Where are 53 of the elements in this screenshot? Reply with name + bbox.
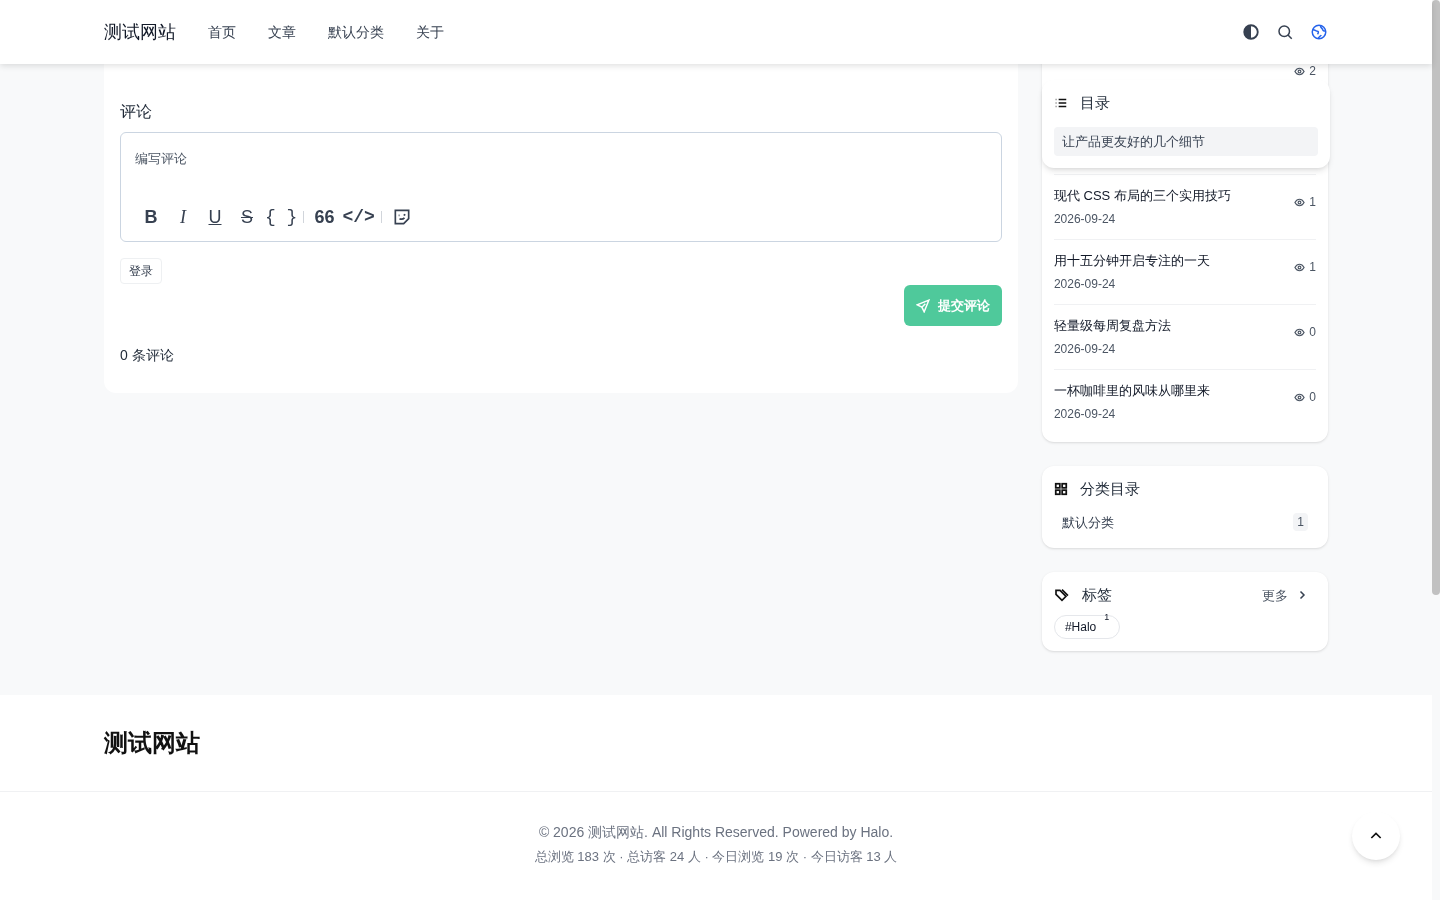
eye-icon [1294, 65, 1306, 77]
view-count: 1 [1309, 259, 1316, 276]
send-icon [915, 298, 930, 313]
post-title[interactable]: 轻量级每周复盘方法 [1053, 316, 1295, 336]
post-date: 2026-09-24 [1053, 275, 1117, 293]
tag-icon [1053, 587, 1070, 604]
toolbar-divider [303, 211, 305, 223]
underline-button[interactable]: U [199, 201, 231, 233]
comment-count: 0 条评论 [120, 346, 175, 365]
nav-link[interactable]: 默认分类 [328, 21, 384, 43]
eye-icon [1294, 391, 1306, 403]
copyright-text: © 2026 测试网站. All Rights Reserved. Powered by Halo. [538, 823, 894, 842]
toc-item[interactable]: 让产品更友好的几个细节 [1053, 126, 1318, 156]
grid-icon [1053, 482, 1068, 497]
bold-button[interactable]: B [135, 201, 167, 233]
view-count: 2 [1309, 63, 1316, 80]
post-date: 2026-09-24 [1053, 405, 1117, 423]
toolbar-divider [380, 211, 382, 223]
eye-icon [1294, 261, 1306, 273]
comment-input[interactable]: 编写评论 [135, 149, 987, 169]
eye-icon [1294, 196, 1306, 208]
code-button[interactable]: </> [340, 201, 377, 233]
post-date: 2026-09-24 [1053, 210, 1117, 228]
contrast-icon[interactable] [1242, 23, 1260, 41]
more-link[interactable]: 更多 [1262, 585, 1308, 605]
footer-site-title: 测试网站 [104, 728, 200, 758]
post-title[interactable]: 现代 CSS 布局的三个实用技巧 [1053, 186, 1295, 206]
globe-icon[interactable] [1310, 23, 1328, 41]
categories-heading: 分类目录 [1079, 479, 1140, 499]
post-title[interactable]: 一杯咖啡里的风味从哪里来 [1053, 381, 1295, 401]
eye-icon [1294, 326, 1306, 338]
nav-link[interactable]: 文章 [268, 21, 296, 43]
strike-button[interactable]: S [231, 201, 263, 233]
quote-button[interactable]: 66 [308, 201, 341, 233]
view-count: 0 [1309, 389, 1316, 406]
category-count: 1 [1293, 513, 1308, 532]
login-button[interactable]: 登录 [120, 258, 162, 284]
view-count: 0 [1309, 324, 1316, 341]
view-count: 1 [1309, 194, 1316, 211]
category-link[interactable]: 默认分类 [1061, 512, 1114, 532]
tags-heading: 标签 [1081, 585, 1112, 605]
nav-link[interactable]: 关于 [416, 21, 444, 43]
site-stats: 总浏览 183 次 · 总访客 24 人 · 今日浏览 19 次 · 今日访客 13 人 [534, 848, 898, 866]
italic-button[interactable]: I [167, 201, 199, 233]
toc-heading: 目录 [1079, 93, 1110, 113]
post-date: 2026-09-24 [1053, 340, 1117, 358]
braces-button[interactable]: { } [263, 201, 300, 233]
post-title[interactable]: 用十五分钟开启专注的一天 [1053, 251, 1295, 271]
site-title[interactable]: 测试网站 [104, 18, 176, 46]
comments-heading: 评论 [120, 102, 153, 122]
search-icon[interactable] [1276, 23, 1294, 41]
nav-link[interactable]: 首页 [208, 21, 236, 43]
comment-editor[interactable]: 编写评论 B I U S { } 66 </> [120, 132, 1002, 242]
